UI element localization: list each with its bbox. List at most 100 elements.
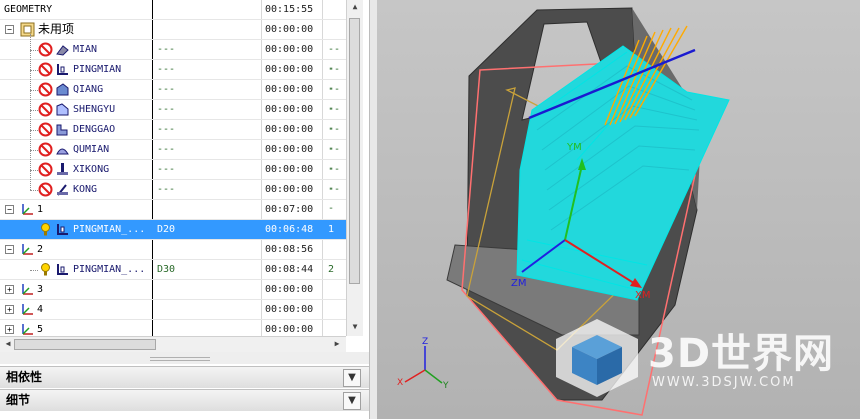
- operation-tool: D30: [157, 264, 176, 275]
- operation-name: KONG: [73, 184, 98, 195]
- scroll-right-icon[interactable]: ▶: [332, 339, 342, 349]
- operation-navigator-panel: GEOMETRY 00:15:55 − 未用项 00:00:00 MIAN ---…: [0, 0, 370, 419]
- group-time: 00:00:00: [265, 324, 314, 335]
- operation-name: XIKONG: [73, 164, 110, 175]
- operation-extra: 1: [328, 224, 335, 235]
- no-toolpath-icon: [38, 62, 53, 77]
- operation-name: SHENGYU: [73, 104, 116, 115]
- no-toolpath-icon: [38, 82, 53, 97]
- scroll-thumb[interactable]: [349, 18, 360, 284]
- tree-op-row[interactable]: QIANG --- 00:00:00 ---: [0, 80, 346, 114]
- scroll-thumb[interactable]: [14, 339, 156, 350]
- operation-time: 00:00:00: [265, 144, 314, 155]
- unused-folder-icon: [20, 22, 35, 37]
- panel-title: 相依性: [6, 370, 43, 384]
- no-toolpath-icon: [38, 162, 53, 177]
- collapse-toggle-icon[interactable]: −: [5, 205, 14, 214]
- root-time: 00:15:55: [265, 4, 314, 15]
- tree-op-row[interactable]: KONG --- 00:00:00 ---: [0, 180, 346, 214]
- tree-op-row[interactable]: XIKONG --- 00:00:00 ---: [0, 160, 346, 194]
- scroll-down-icon[interactable]: ▼: [350, 322, 360, 332]
- operation-time: 00:00:00: [265, 64, 314, 75]
- tree-connector: [30, 110, 38, 112]
- expand-toggle-icon[interactable]: +: [5, 325, 14, 334]
- group-time: 00:08:56: [265, 244, 314, 255]
- tree-group-unused[interactable]: − 未用项 00:00:00: [0, 20, 346, 40]
- tree-connector: [30, 150, 38, 152]
- watermark: 3D世界网 WWW.3DSJW.COM: [552, 315, 852, 400]
- dependencies-panel-header[interactable]: 相依性 ▼: [0, 366, 369, 388]
- no-toolpath-icon: [38, 102, 53, 117]
- group-name: 5: [37, 324, 44, 335]
- operation-name: DENGGAO: [73, 124, 116, 135]
- expand-toggle-icon[interactable]: +: [5, 305, 14, 314]
- tree-connector: [30, 34, 31, 190]
- mcs-program-icon: [22, 284, 33, 295]
- operation-tool: D20: [157, 224, 176, 235]
- tree-op-row[interactable]: PINGMIAN_... D30 00:08:44 2: [0, 260, 346, 280]
- tree-connector: [30, 90, 38, 92]
- graphics-viewport[interactable]: YM ZM XM Z X Y 3D世界网 WWW.3DSJW.COM: [377, 0, 860, 419]
- geometry-root-label: GEOMETRY: [4, 4, 53, 15]
- operation-method: ---: [157, 184, 176, 195]
- operation-method: ---: [157, 64, 176, 75]
- contour-surface-icon: [56, 148, 69, 155]
- face-mill-icon: [56, 45, 69, 56]
- planar-mill-icon: [57, 224, 68, 235]
- wall-mill-icon: [56, 83, 69, 96]
- view-triad: Z X Y: [397, 337, 449, 391]
- triad-y-label: Y: [442, 381, 449, 391]
- collapse-toggle-icon[interactable]: −: [5, 245, 14, 254]
- operation-time: 00:08:44: [265, 264, 314, 275]
- operation-name: MIAN: [73, 44, 98, 55]
- operation-time: 00:00:00: [265, 104, 314, 115]
- tree-op-row[interactable]: QUMIAN --- 00:00:00 ---: [0, 140, 346, 174]
- group-name: 1: [37, 204, 44, 215]
- rest-mill-icon: [56, 103, 69, 116]
- collapse-toggle-icon[interactable]: −: [5, 25, 14, 34]
- operation-time: 00:00:00: [265, 84, 314, 95]
- chevron-down-icon[interactable]: ▼: [343, 369, 361, 387]
- watermark-url: WWW.3DSJW.COM: [652, 375, 796, 390]
- zlevel-icon: [56, 124, 68, 136]
- group-time: 00:07:00: [265, 204, 314, 215]
- details-panel-header[interactable]: 细节 ▼: [0, 389, 369, 411]
- tree-connector: [30, 70, 38, 72]
- tree-connector: [30, 50, 38, 52]
- operation-time: 00:00:00: [265, 44, 314, 55]
- tree-op-row[interactable]: PINGMIAN --- 00:00:00 ---: [0, 60, 346, 94]
- tree-op-row[interactable]: SHENGYU --- 00:00:00 ---: [0, 100, 346, 134]
- mcs-program-icon: [22, 304, 33, 315]
- tree-op-row-selected[interactable]: PINGMIAN_... D20 00:06:48 1: [0, 220, 346, 240]
- operation-name: QUMIAN: [73, 144, 110, 155]
- scroll-up-icon[interactable]: ▲: [350, 2, 360, 12]
- chevron-down-icon[interactable]: ▼: [343, 392, 361, 410]
- planar-mill-icon: [57, 64, 68, 75]
- tree-op-row[interactable]: MIAN --- 00:00:00 ---: [0, 40, 346, 74]
- no-toolpath-icon: [38, 182, 53, 197]
- panel-splitter[interactable]: [0, 352, 369, 364]
- tree-header-row[interactable]: GEOMETRY 00:15:55: [0, 0, 346, 20]
- tree-group-4[interactable]: + 4 00:00:00: [0, 300, 346, 320]
- scroll-left-icon[interactable]: ◀: [3, 339, 13, 349]
- operation-time: 00:00:00: [265, 124, 314, 135]
- triad-x-axis: [404, 369, 426, 383]
- group-name: 3: [37, 284, 44, 295]
- tree-connector: [30, 270, 38, 272]
- tree-connector: [30, 190, 38, 192]
- tree-group-3[interactable]: + 3 00:00:00: [0, 280, 346, 300]
- tree-op-row[interactable]: DENGGAO --- 00:00:00 ---: [0, 120, 346, 154]
- vertical-scrollbar[interactable]: ▲ ▼: [346, 0, 363, 336]
- warning-bulb-icon: [41, 263, 50, 276]
- horizontal-scrollbar[interactable]: ◀ ▶: [0, 336, 346, 353]
- group-name: 4: [37, 304, 44, 315]
- mcs-program-icon: [22, 204, 33, 215]
- mcs-program-icon: [22, 244, 33, 255]
- tree-group-5[interactable]: + 5 00:00:00: [0, 320, 346, 336]
- watermark-cube-logo: [556, 319, 638, 397]
- splitter-grip[interactable]: [150, 357, 210, 361]
- triad-z-label: Z: [422, 337, 428, 347]
- tree-group-2[interactable]: − 2 00:08:56: [0, 240, 346, 260]
- tree-group-1[interactable]: − 1 00:07:00: [0, 200, 346, 220]
- expand-toggle-icon[interactable]: +: [5, 285, 14, 294]
